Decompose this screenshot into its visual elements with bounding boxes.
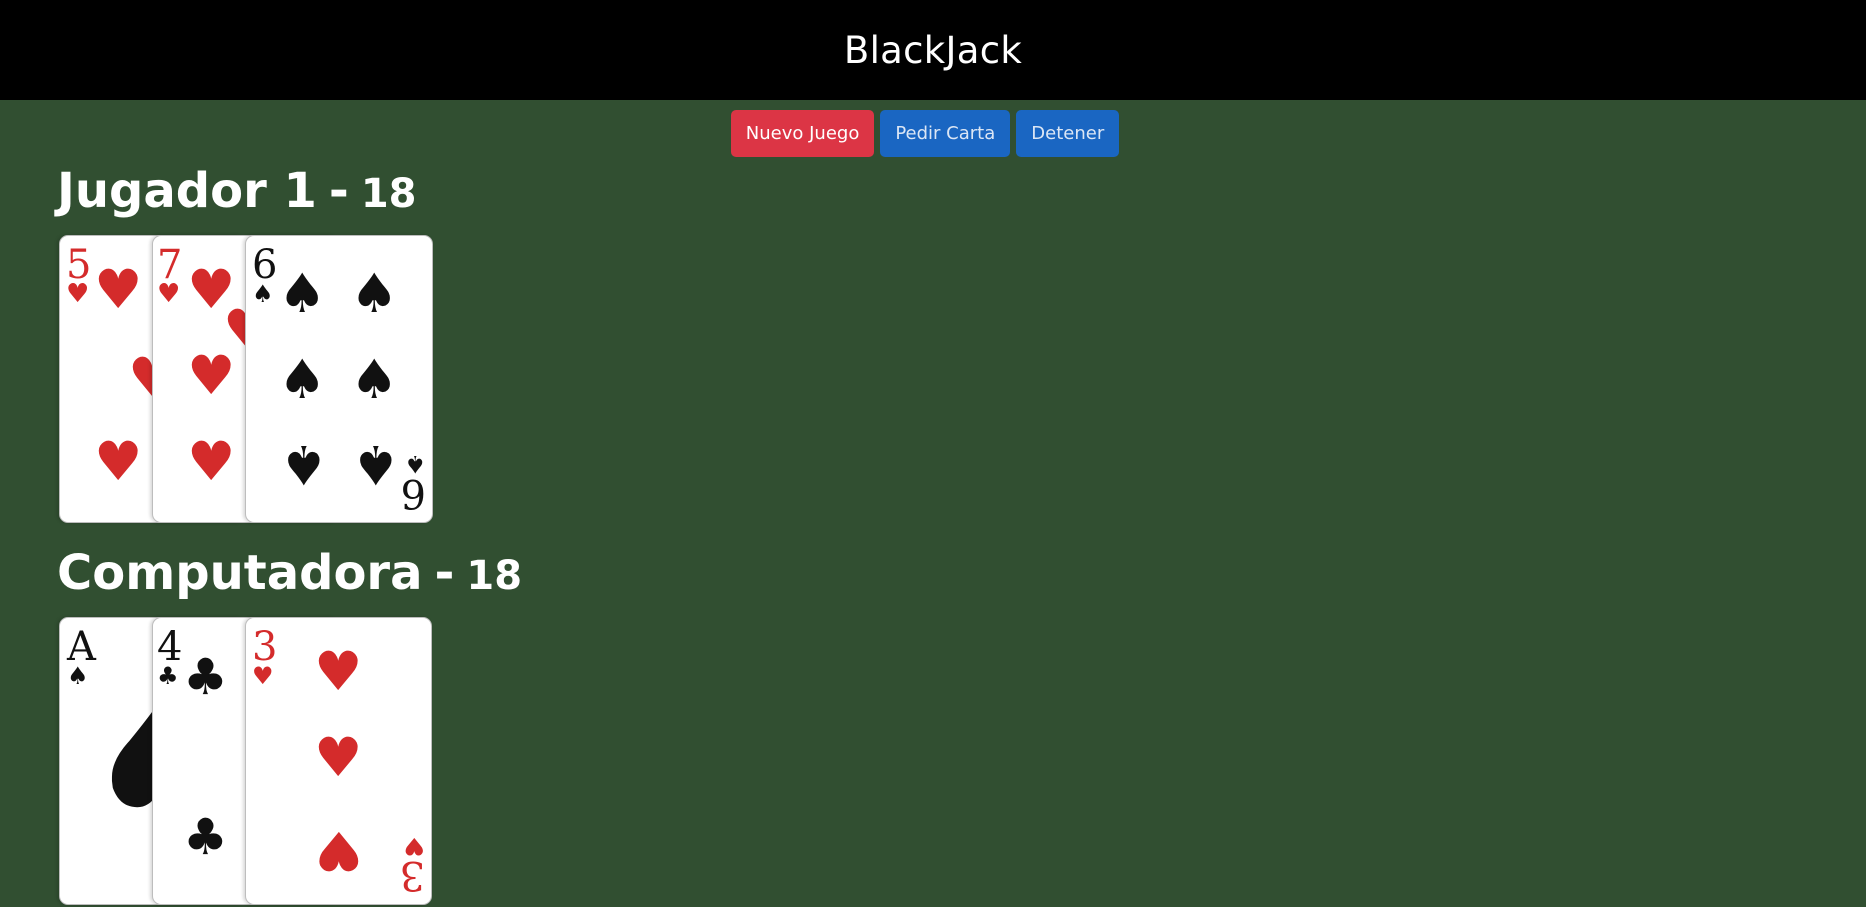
- club-icon: ♣: [183, 808, 228, 866]
- heart-icon: ♥: [66, 279, 89, 309]
- card-6-spades: 6 ♠ ♠ ♠ ♠ ♠ ♠ ♠ 6 ♠: [245, 235, 433, 523]
- player-score: 18: [360, 171, 417, 217]
- player-name: Computadora: [57, 545, 423, 601]
- club-icon: ♣: [157, 662, 179, 690]
- player-score: 18: [466, 553, 523, 599]
- player-heading: Computadora - 18: [57, 549, 1866, 597]
- heart-icon: ♥: [94, 258, 142, 321]
- score-separator: -: [328, 163, 349, 219]
- card-face: 3 ♥ ♥ ♥ ♥ 3 ♥: [252, 624, 425, 898]
- app-title: BlackJack: [843, 28, 1023, 72]
- app-header: BlackJack: [0, 0, 1866, 100]
- heart-icon: ♥: [252, 662, 274, 690]
- hit-button[interactable]: Pedir Carta: [880, 110, 1011, 157]
- spade-icon: ♠: [278, 262, 326, 325]
- heart-icon: ♥: [315, 819, 363, 882]
- game-controls: Nuevo Juego Pedir Carta Detener: [0, 110, 1866, 157]
- stand-button[interactable]: Detener: [1016, 110, 1120, 157]
- player-hand: 5 ♥ ♥ ♥ ♥ 7 ♥ ♥ ♥ ♥ ♥ 6 ♠ ♠ ♠: [57, 235, 1866, 525]
- heart-icon: ♥: [187, 430, 235, 493]
- spade-icon: ♠: [252, 280, 274, 308]
- spade-icon: ♠: [352, 433, 400, 496]
- player-heading: Jugador 1 - 18: [57, 167, 1866, 215]
- new-game-button[interactable]: Nuevo Juego: [730, 110, 875, 157]
- heart-icon: ♥: [403, 832, 425, 860]
- heart-icon: ♥: [314, 726, 362, 789]
- spade-icon: ♠: [280, 433, 328, 496]
- heart-icon: ♥: [314, 640, 362, 703]
- card-3-hearts: 3 ♥ ♥ ♥ ♥ 3 ♥: [245, 617, 432, 905]
- spade-icon: ♠: [278, 348, 326, 411]
- dealer-hand: A ♠ ♠ 4 ♣ ♣ ♣ 3 ♥ ♥ ♥ ♥ 3: [57, 617, 1866, 907]
- club-icon: ♣: [183, 648, 228, 706]
- spade-icon: ♠: [350, 348, 398, 411]
- heart-icon: ♥: [157, 279, 180, 309]
- spade-icon: ♠: [404, 450, 426, 478]
- dealer-section: Computadora - 18 A ♠ ♠ 4 ♣ ♣ ♣ 3 ♥: [57, 549, 1866, 907]
- heart-icon: ♥: [94, 430, 142, 493]
- player-section: Jugador 1 - 18 5 ♥ ♥ ♥ ♥ 7 ♥ ♥ ♥ ♥ ♥: [57, 167, 1866, 525]
- heart-icon: ♥: [187, 344, 235, 407]
- score-separator: -: [434, 545, 455, 601]
- player-name: Jugador 1: [57, 163, 317, 219]
- card-face: 6 ♠ ♠ ♠ ♠ ♠ ♠ ♠ 6 ♠: [252, 242, 426, 516]
- spade-icon: ♠: [350, 262, 398, 325]
